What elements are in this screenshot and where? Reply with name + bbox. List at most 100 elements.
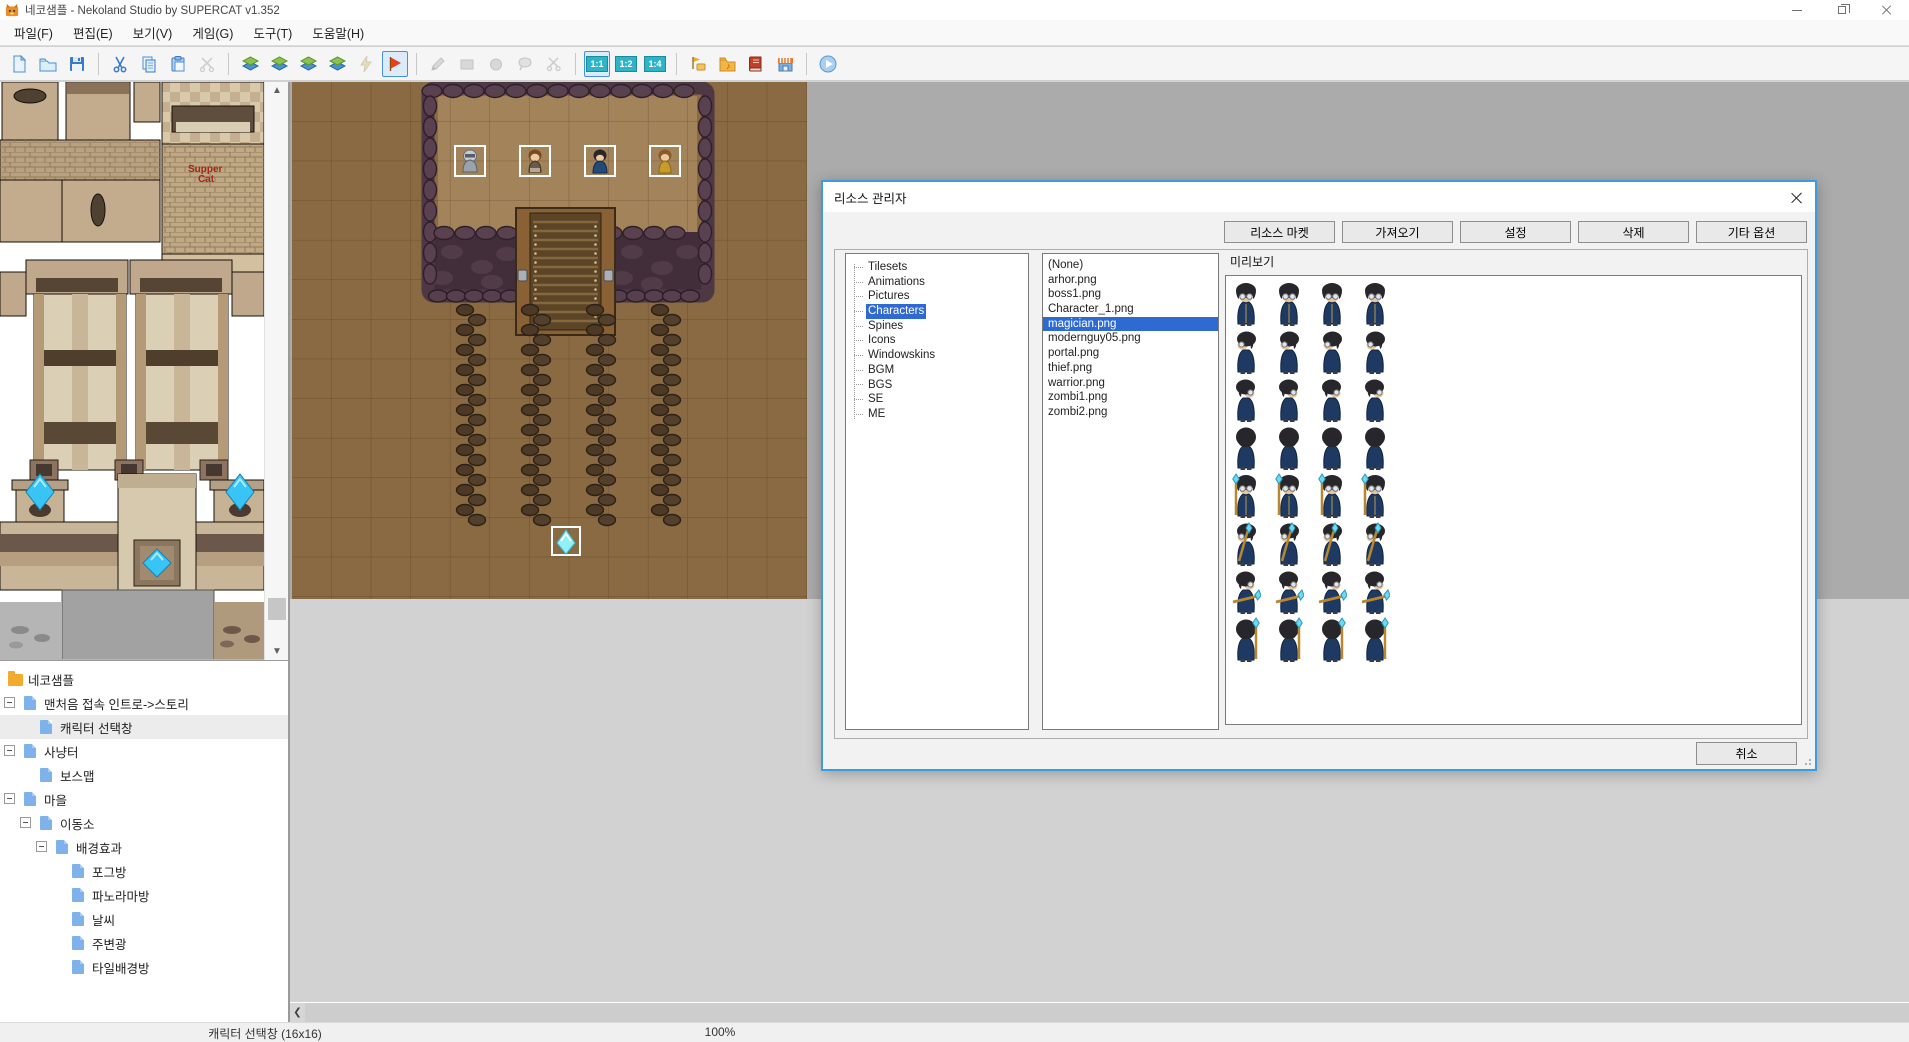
delete-button[interactable]	[194, 51, 220, 77]
dialog-button-2[interactable]: 설정	[1460, 221, 1571, 243]
category-item[interactable]: BGS	[846, 378, 1028, 393]
map-tree-item-5[interactable]: 마을	[0, 787, 288, 811]
preview-sprite-front-staff-0	[1231, 473, 1261, 519]
tree-expander-icon[interactable]	[4, 745, 15, 756]
rectangle-tool-button[interactable]	[454, 51, 480, 77]
map-tree-item-8[interactable]: 포그방	[0, 859, 288, 883]
dialog-button-3[interactable]: 삭제	[1578, 221, 1689, 243]
file-item[interactable]: warrior.png	[1043, 376, 1218, 391]
cancel-button[interactable]: 취소	[1696, 742, 1797, 765]
resource-file-list[interactable]: (None)arhor.pngboss1.pngCharacter_1.pngm…	[1042, 253, 1219, 730]
dialog-titlebar[interactable]: 리소스 관리자	[823, 182, 1815, 212]
select-scissors-tool-button[interactable]	[541, 51, 567, 77]
test-play-button[interactable]	[815, 51, 841, 77]
pencil-tool-button[interactable]	[425, 51, 451, 77]
map-tree-item-0[interactable]: 네코샘플	[0, 667, 288, 691]
minimize-button[interactable]	[1774, 0, 1819, 20]
preview-label: 미리보기	[1230, 253, 1274, 270]
map-horizontal-scrollbar[interactable]: ❮	[290, 1002, 1909, 1022]
file-item[interactable]: portal.png	[1043, 346, 1218, 361]
event-flag-tool-button[interactable]	[382, 51, 408, 77]
category-item[interactable]: Animations	[846, 275, 1028, 290]
tileset-picker-panel[interactable]: Supper Cat	[0, 82, 264, 660]
preview-sprite-left-0	[1231, 329, 1261, 375]
category-item[interactable]: SE	[846, 392, 1028, 407]
scroll-up-icon[interactable]: ▲	[265, 82, 289, 99]
tileset-scrollbar-thumb[interactable]	[268, 598, 286, 620]
category-item[interactable]: Tilesets	[846, 260, 1028, 275]
dialog-button-1[interactable]: 가져오기	[1342, 221, 1453, 243]
file-item[interactable]: thief.png	[1043, 361, 1218, 376]
tree-expander-icon[interactable]	[36, 841, 47, 852]
map-tree-item-7[interactable]: 배경효과	[0, 835, 288, 859]
preview-sprite-back-2	[1317, 425, 1347, 471]
map-tree-item-12[interactable]: 타일배경방	[0, 955, 288, 979]
tree-expander-icon[interactable]	[4, 697, 15, 708]
menu-item-5[interactable]: 도움말(H)	[302, 19, 374, 46]
resource-category-list[interactable]: TilesetsAnimationsPicturesCharactersSpin…	[845, 253, 1029, 730]
layer-2-button[interactable]	[266, 51, 292, 77]
scroll-down-icon[interactable]: ▼	[265, 643, 289, 660]
resource-market-button[interactable]	[772, 51, 798, 77]
zoom-1-1-button[interactable]: 1:1	[584, 51, 610, 77]
titlebar: 네코샘플 - Nekoland Studio by SUPERCAT v1.35…	[0, 0, 1909, 20]
category-item[interactable]: Characters	[846, 304, 1028, 319]
menu-item-4[interactable]: 도구(T)	[243, 19, 302, 46]
category-item[interactable]: Pictures	[846, 289, 1028, 304]
file-item[interactable]: arhor.png	[1043, 273, 1218, 288]
map-tree-item-2[interactable]: 캐릭터 선택창	[0, 715, 288, 739]
menu-item-0[interactable]: 파일(F)	[4, 19, 63, 46]
new-file-button[interactable]	[6, 51, 32, 77]
map-tree-item-1[interactable]: 맨처음 접속 인트로->스토리	[0, 691, 288, 715]
music-folder-button[interactable]: ♪	[714, 51, 740, 77]
file-item[interactable]: modernguy05.png	[1043, 331, 1218, 346]
game-start-position-button[interactable]	[685, 51, 711, 77]
category-item[interactable]: BGM	[846, 363, 1028, 378]
zoom-1-2-button[interactable]: 1:2	[613, 51, 639, 77]
file-item[interactable]: Character_1.png	[1043, 302, 1218, 317]
cut-button[interactable]	[107, 51, 133, 77]
map-tree-item-6[interactable]: 이동소	[0, 811, 288, 835]
tileset-scrollbar[interactable]: ▲ ▼	[264, 82, 288, 660]
tree-expander-icon[interactable]	[20, 817, 31, 828]
map-tree-item-11[interactable]: 주변광	[0, 931, 288, 955]
category-item[interactable]: ME	[846, 407, 1028, 422]
paste-button[interactable]	[165, 51, 191, 77]
open-folder-button[interactable]	[35, 51, 61, 77]
dialog-close-button[interactable]	[1785, 186, 1807, 208]
preview-sprite-left-staff-3	[1360, 521, 1390, 567]
scroll-left-icon[interactable]: ❮	[290, 1003, 305, 1022]
copy-button[interactable]	[136, 51, 162, 77]
file-item[interactable]: zombi2.png	[1043, 405, 1218, 420]
file-item[interactable]: zombi1.png	[1043, 390, 1218, 405]
map-tree-item-3[interactable]: 사냥터	[0, 739, 288, 763]
menu-item-1[interactable]: 편집(E)	[63, 19, 123, 46]
dialog-button-0[interactable]: 리소스 마켓	[1224, 221, 1335, 243]
file-item[interactable]: boss1.png	[1043, 287, 1218, 302]
circle-tool-button[interactable]	[483, 51, 509, 77]
map-tree-item-9[interactable]: 파노라마방	[0, 883, 288, 907]
file-item[interactable]: magician.png	[1043, 317, 1218, 332]
lasso-tool-button[interactable]	[512, 51, 538, 77]
tree-expander-icon[interactable]	[4, 793, 15, 804]
paste-clipboard-icon	[169, 55, 187, 73]
layer-1-button[interactable]	[237, 51, 263, 77]
map-tree-item-10[interactable]: 날씨	[0, 907, 288, 931]
file-item[interactable]: (None)	[1043, 258, 1218, 273]
save-button[interactable]	[64, 51, 90, 77]
database-book-button[interactable]	[743, 51, 769, 77]
category-item[interactable]: Spines	[846, 319, 1028, 334]
menu-item-3[interactable]: 게임(G)	[182, 19, 243, 46]
close-button[interactable]	[1864, 0, 1909, 20]
map-tree-item-4[interactable]: 보스맵	[0, 763, 288, 787]
layer-3-button[interactable]	[295, 51, 321, 77]
lightning-layer-button[interactable]	[353, 51, 379, 77]
restore-button[interactable]	[1819, 0, 1864, 20]
category-item[interactable]: Icons	[846, 333, 1028, 348]
zoom-1-4-button[interactable]: 1:4	[642, 51, 668, 77]
dialog-button-4[interactable]: 기타 옵션	[1696, 221, 1807, 243]
menu-item-2[interactable]: 보기(V)	[123, 19, 183, 46]
layer-4-button[interactable]	[324, 51, 350, 77]
category-item[interactable]: Windowskins	[846, 348, 1028, 363]
resize-grip-icon[interactable]	[1801, 755, 1811, 765]
